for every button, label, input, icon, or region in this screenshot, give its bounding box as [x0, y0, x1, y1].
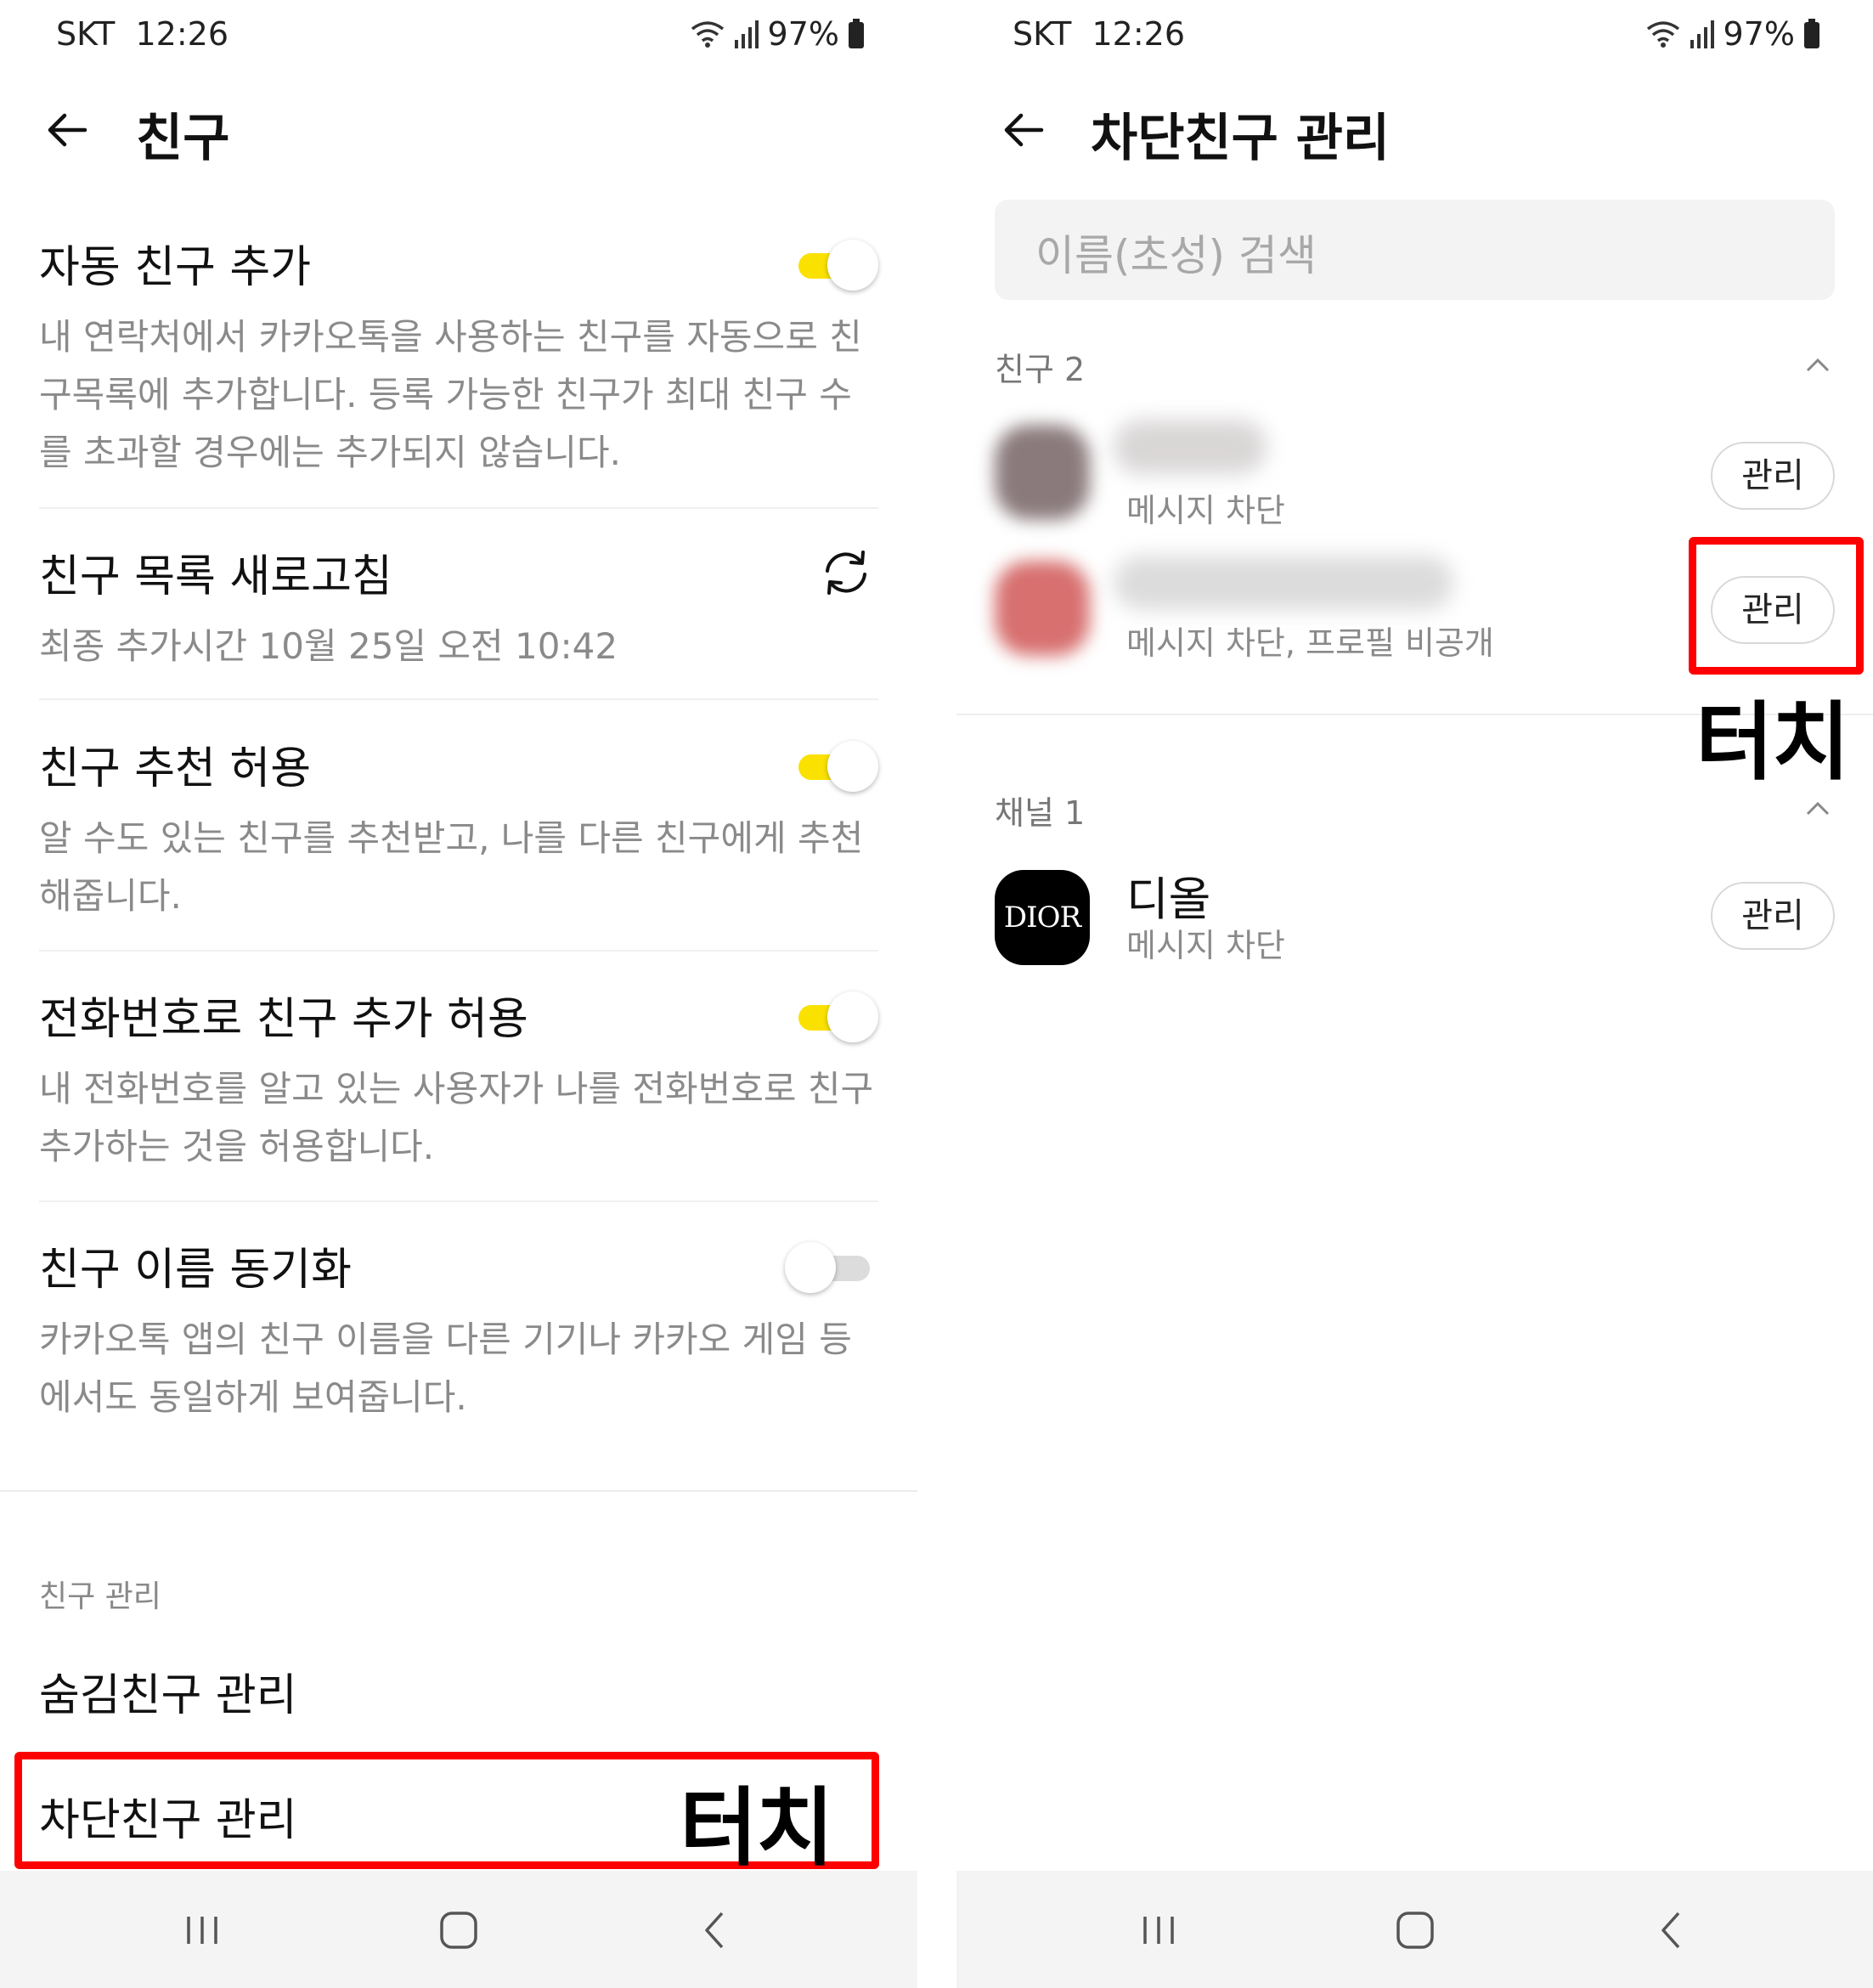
search-placeholder: 이름(초성) 검색: [1035, 231, 1317, 280]
status-carrier-time: SKT 12:26: [1013, 15, 1185, 53]
nav-back-icon[interactable]: [690, 1905, 741, 1956]
setting-desc: 내 전화번호를 알고 있는 사용자가 나를 전화번호로 친구 추가하는 것을 허…: [39, 1068, 874, 1167]
blocked-status: 메시지 차단: [1126, 927, 1285, 964]
setting-desc: 최종 추가시간 10월 25일 오전 10:42: [39, 625, 618, 667]
section-label: 친구 관리: [39, 1579, 161, 1614]
setting-title: 친구 목록 새로고침: [39, 551, 392, 602]
divider: [39, 507, 878, 509]
battery-percent: 97%: [767, 15, 839, 53]
blocked-friend-row: 메시지 차단 관리: [995, 416, 1835, 529]
dior-logo: DIOR: [995, 870, 1090, 965]
auto-add-toggle[interactable]: [790, 240, 878, 291]
name-sync-toggle[interactable]: [785, 1242, 878, 1293]
chevron-up-icon[interactable]: [1801, 792, 1835, 826]
friends-group-label: 친구 2: [995, 351, 1086, 388]
right-screen: SKT 12:26 97% 차단친구 관리 이름(초성) 검색 친구 2 메시지…: [956, 0, 1873, 1988]
setting-refresh-friends[interactable]: 친구 목록 새로고침 최종 추가시간 10월 25일 오전 10:42: [39, 540, 878, 675]
setting-desc: 카카오톡 앱의 친구 이름을 다른 기기나 카카오 게임 등에서도 동일하게 보…: [39, 1319, 852, 1418]
battery-icon: [849, 19, 864, 48]
nav-bar: [956, 1871, 1873, 1988]
status-icons: 97%: [690, 15, 865, 53]
setting-title: 친구 이름 동기화: [39, 1245, 352, 1296]
setting-title: 전화번호로 친구 추가 허용: [39, 994, 528, 1045]
wifi-icon: [691, 21, 724, 48]
divider: [39, 698, 878, 700]
manage-button[interactable]: 관리: [1711, 442, 1835, 510]
app-bar: 친구: [0, 85, 917, 178]
recent-apps-icon[interactable]: [177, 1905, 228, 1956]
signal-icon: [1690, 20, 1714, 48]
left-screen: SKT 12:26 97% 친구 자동 친구 추가 내 연락처에서 카카오톡을 …: [0, 0, 917, 1988]
battery-percent: 97%: [1723, 15, 1795, 53]
setting-desc: 내 연락처에서 카카오톡을 사용하는 친구를 자동으로 친구목록에 추가합니다.…: [39, 316, 862, 473]
app-bar: 차단친구 관리: [956, 85, 1873, 178]
page-title: 친구: [136, 109, 230, 168]
blocked-channel-row: DIOR 디올 메시지 차단 관리: [995, 861, 1835, 972]
setting-title: 친구 추천 허용: [39, 743, 312, 794]
setting-phone-add: 전화번호로 친구 추가 허용 내 전화번호를 알고 있는 사용자가 나를 전화번…: [39, 983, 878, 1176]
status-bar: SKT 12:26 97%: [956, 0, 1873, 70]
blurred-name: [1114, 420, 1267, 474]
setting-desc: 알 수도 있는 친구를 추천받고, 나를 다른 친구에게 추천해줍니다.: [39, 817, 864, 917]
setting-name-sync: 친구 이름 동기화 카카오톡 앱의 친구 이름을 다른 기기나 카카오 게임 등…: [39, 1234, 878, 1426]
avatar: [995, 561, 1090, 656]
blocked-status: 메시지 차단: [1126, 492, 1285, 529]
avatar: [995, 425, 1090, 520]
refresh-icon[interactable]: [819, 545, 873, 600]
section-divider: [0, 1490, 917, 1492]
touch-annotation: 터치: [1695, 692, 1850, 792]
setting-allow-recommend: 친구 추천 허용 알 수도 있는 친구를 추천받고, 나를 다른 친구에게 추천…: [39, 732, 878, 925]
channels-group-label: 채널 1: [995, 794, 1086, 832]
battery-icon: [1804, 19, 1819, 48]
home-icon[interactable]: [1390, 1905, 1441, 1956]
blocked-status: 메시지 차단, 프로필 비공개: [1126, 624, 1494, 662]
setting-title: 자동 친구 추가: [39, 242, 312, 293]
back-arrow-icon[interactable]: [999, 105, 1048, 155]
highlight-box: [1689, 537, 1864, 675]
nav-bar: [0, 1871, 917, 1988]
wifi-icon: [1646, 21, 1679, 48]
status-carrier-time: SKT 12:26: [56, 15, 228, 53]
setting-auto-add-friends: 자동 친구 추가 내 연락처에서 카카오톡을 사용하는 친구를 자동으로 친구목…: [39, 231, 878, 482]
search-input[interactable]: 이름(초성) 검색: [995, 200, 1835, 300]
blurred-name: [1114, 556, 1453, 610]
chevron-up-icon[interactable]: [1801, 348, 1835, 382]
manage-button[interactable]: 관리: [1711, 882, 1835, 950]
recent-apps-icon[interactable]: [1133, 1905, 1184, 1956]
nav-back-icon[interactable]: [1646, 1905, 1697, 1956]
hidden-friends-menu[interactable]: 숨김친구 관리: [39, 1659, 297, 1723]
recommend-toggle[interactable]: [790, 741, 878, 792]
divider: [39, 1200, 878, 1202]
touch-annotation: 터치: [680, 1778, 834, 1878]
phone-add-toggle[interactable]: [790, 991, 878, 1042]
signal-icon: [734, 20, 759, 48]
divider: [39, 950, 878, 952]
back-arrow-icon[interactable]: [42, 105, 92, 155]
home-icon[interactable]: [433, 1905, 484, 1956]
page-title: 차단친구 관리: [1091, 109, 1391, 168]
status-bar: SKT 12:26 97%: [0, 0, 917, 70]
status-icons: 97%: [1645, 15, 1820, 53]
